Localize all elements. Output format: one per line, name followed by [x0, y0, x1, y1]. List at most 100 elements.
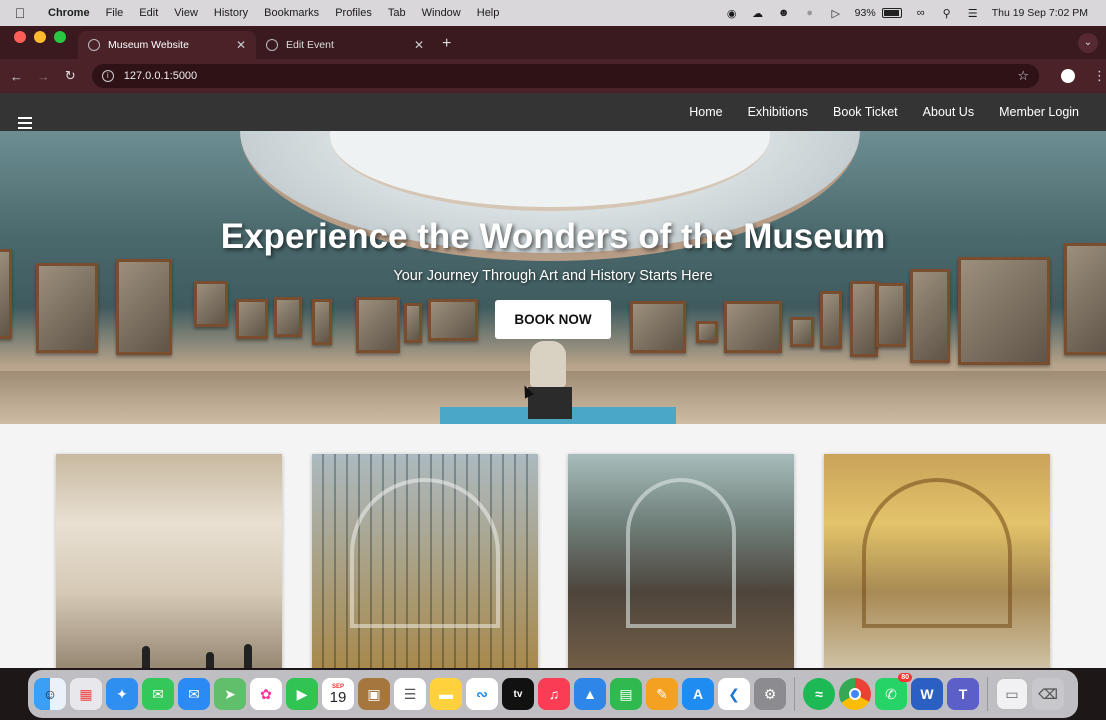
tab-museum-website[interactable]: Museum Website ✕ [78, 31, 256, 59]
apple-tv-icon[interactable]: tv [502, 678, 534, 710]
menu-help[interactable]: Help [469, 7, 508, 19]
book-now-button[interactable]: BOOK NOW [495, 300, 611, 339]
trash-icon[interactable]: ⌫ [1032, 678, 1064, 710]
numbers-icon[interactable]: ▤ [610, 678, 642, 710]
nav-about-us[interactable]: About Us [923, 105, 974, 119]
painting-frame [356, 297, 400, 353]
whatsapp-icon[interactable]: ✆ 80 [875, 673, 912, 710]
sculpture-pedestal-image [528, 387, 572, 419]
facetime-icon[interactable]: ▶ [286, 678, 318, 710]
hamburger-menu-icon[interactable] [18, 117, 32, 132]
keynote-icon[interactable]: ▲ [574, 678, 606, 710]
exhibition-card-image[interactable] [824, 454, 1050, 668]
calendar-day: 19 [329, 688, 347, 706]
painting-frame [696, 321, 718, 343]
back-arrow-icon[interactable]: ← [3, 69, 30, 84]
mail-icon[interactable]: ✉ [178, 678, 210, 710]
painting-frame [724, 301, 782, 353]
launchpad-icon[interactable]: ▦ [70, 678, 102, 710]
bookmark-star-icon[interactable]: ☆ [1017, 68, 1029, 84]
safari-icon[interactable]: ✦ [106, 678, 138, 710]
messages-icon[interactable]: ✉ [142, 678, 174, 710]
minimize-window-button[interactable] [34, 31, 46, 43]
exhibition-card-image[interactable] [56, 454, 282, 668]
close-window-button[interactable] [14, 31, 26, 43]
menu-app-name[interactable]: Chrome [40, 7, 98, 19]
control-center-icon[interactable]: ☰ [960, 7, 986, 20]
nav-exhibitions[interactable]: Exhibitions [748, 105, 808, 119]
dock-area: ☺ ▦ ✦ ✉ ✉ ➤ ✿ ▶ SEP 19 ▣ ☰ ▬ ∾ tv ♫ ▲ ▤ … [0, 668, 1106, 720]
nav-home[interactable]: Home [689, 105, 722, 119]
spotify-icon[interactable]: ≈ [803, 678, 835, 710]
music-icon[interactable]: ♫ [538, 678, 570, 710]
tab-search-chevron-icon[interactable]: ⌄ [1078, 33, 1098, 53]
menu-history[interactable]: History [206, 7, 256, 19]
painting-frame [876, 283, 906, 347]
system-settings-icon[interactable]: ⚙ [754, 678, 786, 710]
zoom-window-button[interactable] [54, 31, 66, 43]
hero-title: Experience the Wonders of the Museum [220, 217, 886, 256]
new-tab-icon[interactable]: + [434, 35, 463, 59]
web-page: Home Exhibitions Book Ticket About Us Me… [0, 93, 1106, 668]
site-info-icon[interactable]: i [101, 70, 114, 82]
exhibition-cards [56, 454, 1050, 668]
record-icon[interactable]: ◉ [719, 7, 745, 20]
painting-frame [630, 301, 686, 353]
reminders-icon[interactable]: ☰ [394, 678, 426, 710]
play-icon[interactable]: ▷ [823, 7, 849, 20]
exhibition-card-image[interactable] [312, 454, 538, 668]
close-tab-icon[interactable]: ✕ [236, 38, 246, 52]
arch-detail [350, 478, 500, 628]
user-circle-icon[interactable]: ☻ [771, 7, 797, 19]
link-icon[interactable]: ∞ [908, 7, 934, 19]
freeform-icon[interactable]: ∾ [466, 678, 498, 710]
search-icon[interactable]: ⚲ [934, 7, 960, 20]
finder-window-icon[interactable]: ▭ [996, 678, 1028, 710]
battery-icon[interactable] [881, 8, 902, 18]
globe-icon [266, 39, 278, 51]
cloud-icon[interactable]: ☁ [745, 7, 771, 20]
menu-bookmarks[interactable]: Bookmarks [256, 7, 327, 19]
menu-clock[interactable]: Thu 19 Sep 7:02 PM [986, 7, 1094, 19]
notebook-icon[interactable]: ▣ [358, 678, 390, 710]
menu-tab[interactable]: Tab [380, 7, 414, 19]
reload-icon[interactable]: ↻ [57, 68, 84, 84]
teams-icon[interactable]: T [947, 678, 979, 710]
dock-separator [987, 677, 988, 711]
pages-icon[interactable]: ✎ [646, 678, 678, 710]
visitor-figure [206, 652, 214, 668]
vscode-icon[interactable]: ❮ [718, 678, 750, 710]
menu-window[interactable]: Window [414, 7, 469, 19]
apple-icon[interactable]:  [0, 5, 40, 21]
exhibition-card-image[interactable] [568, 454, 794, 668]
word-icon[interactable]: W [911, 678, 943, 710]
painting-frame [236, 299, 268, 339]
maps-icon[interactable]: ➤ [214, 678, 246, 710]
tab-edit-event[interactable]: Edit Event ✕ [256, 31, 434, 59]
painting-frame [404, 303, 422, 343]
painting-frame [850, 281, 878, 357]
photos-icon[interactable]: ✿ [250, 678, 282, 710]
status-dot-icon[interactable]: ● [797, 7, 823, 19]
profile-avatar[interactable] [1061, 69, 1075, 83]
chrome-icon[interactable] [839, 678, 871, 710]
finder-icon[interactable]: ☺ [34, 678, 66, 710]
arch-detail [626, 478, 736, 628]
menu-edit[interactable]: Edit [131, 7, 166, 19]
dock-separator [794, 677, 795, 711]
app-store-icon[interactable]: A [682, 678, 714, 710]
menu-profiles[interactable]: Profiles [327, 7, 380, 19]
whatsapp-badge: 80 [898, 673, 912, 682]
address-bar[interactable]: i 127.0.0.1:5000 ☆ [91, 64, 1040, 88]
window-controls [0, 26, 78, 59]
forward-arrow-icon[interactable]: → [30, 69, 57, 84]
more-options-icon[interactable]: ⋮ [1093, 68, 1106, 84]
menu-view[interactable]: View [166, 7, 206, 19]
calendar-icon[interactable]: SEP 19 [322, 678, 354, 710]
notes-icon[interactable]: ▬ [430, 678, 462, 710]
close-tab-icon[interactable]: ✕ [414, 38, 424, 52]
nav-book-ticket[interactable]: Book Ticket [833, 105, 898, 119]
painting-frame [1064, 243, 1106, 355]
menu-file[interactable]: File [98, 7, 132, 19]
nav-member-login[interactable]: Member Login [999, 105, 1079, 119]
